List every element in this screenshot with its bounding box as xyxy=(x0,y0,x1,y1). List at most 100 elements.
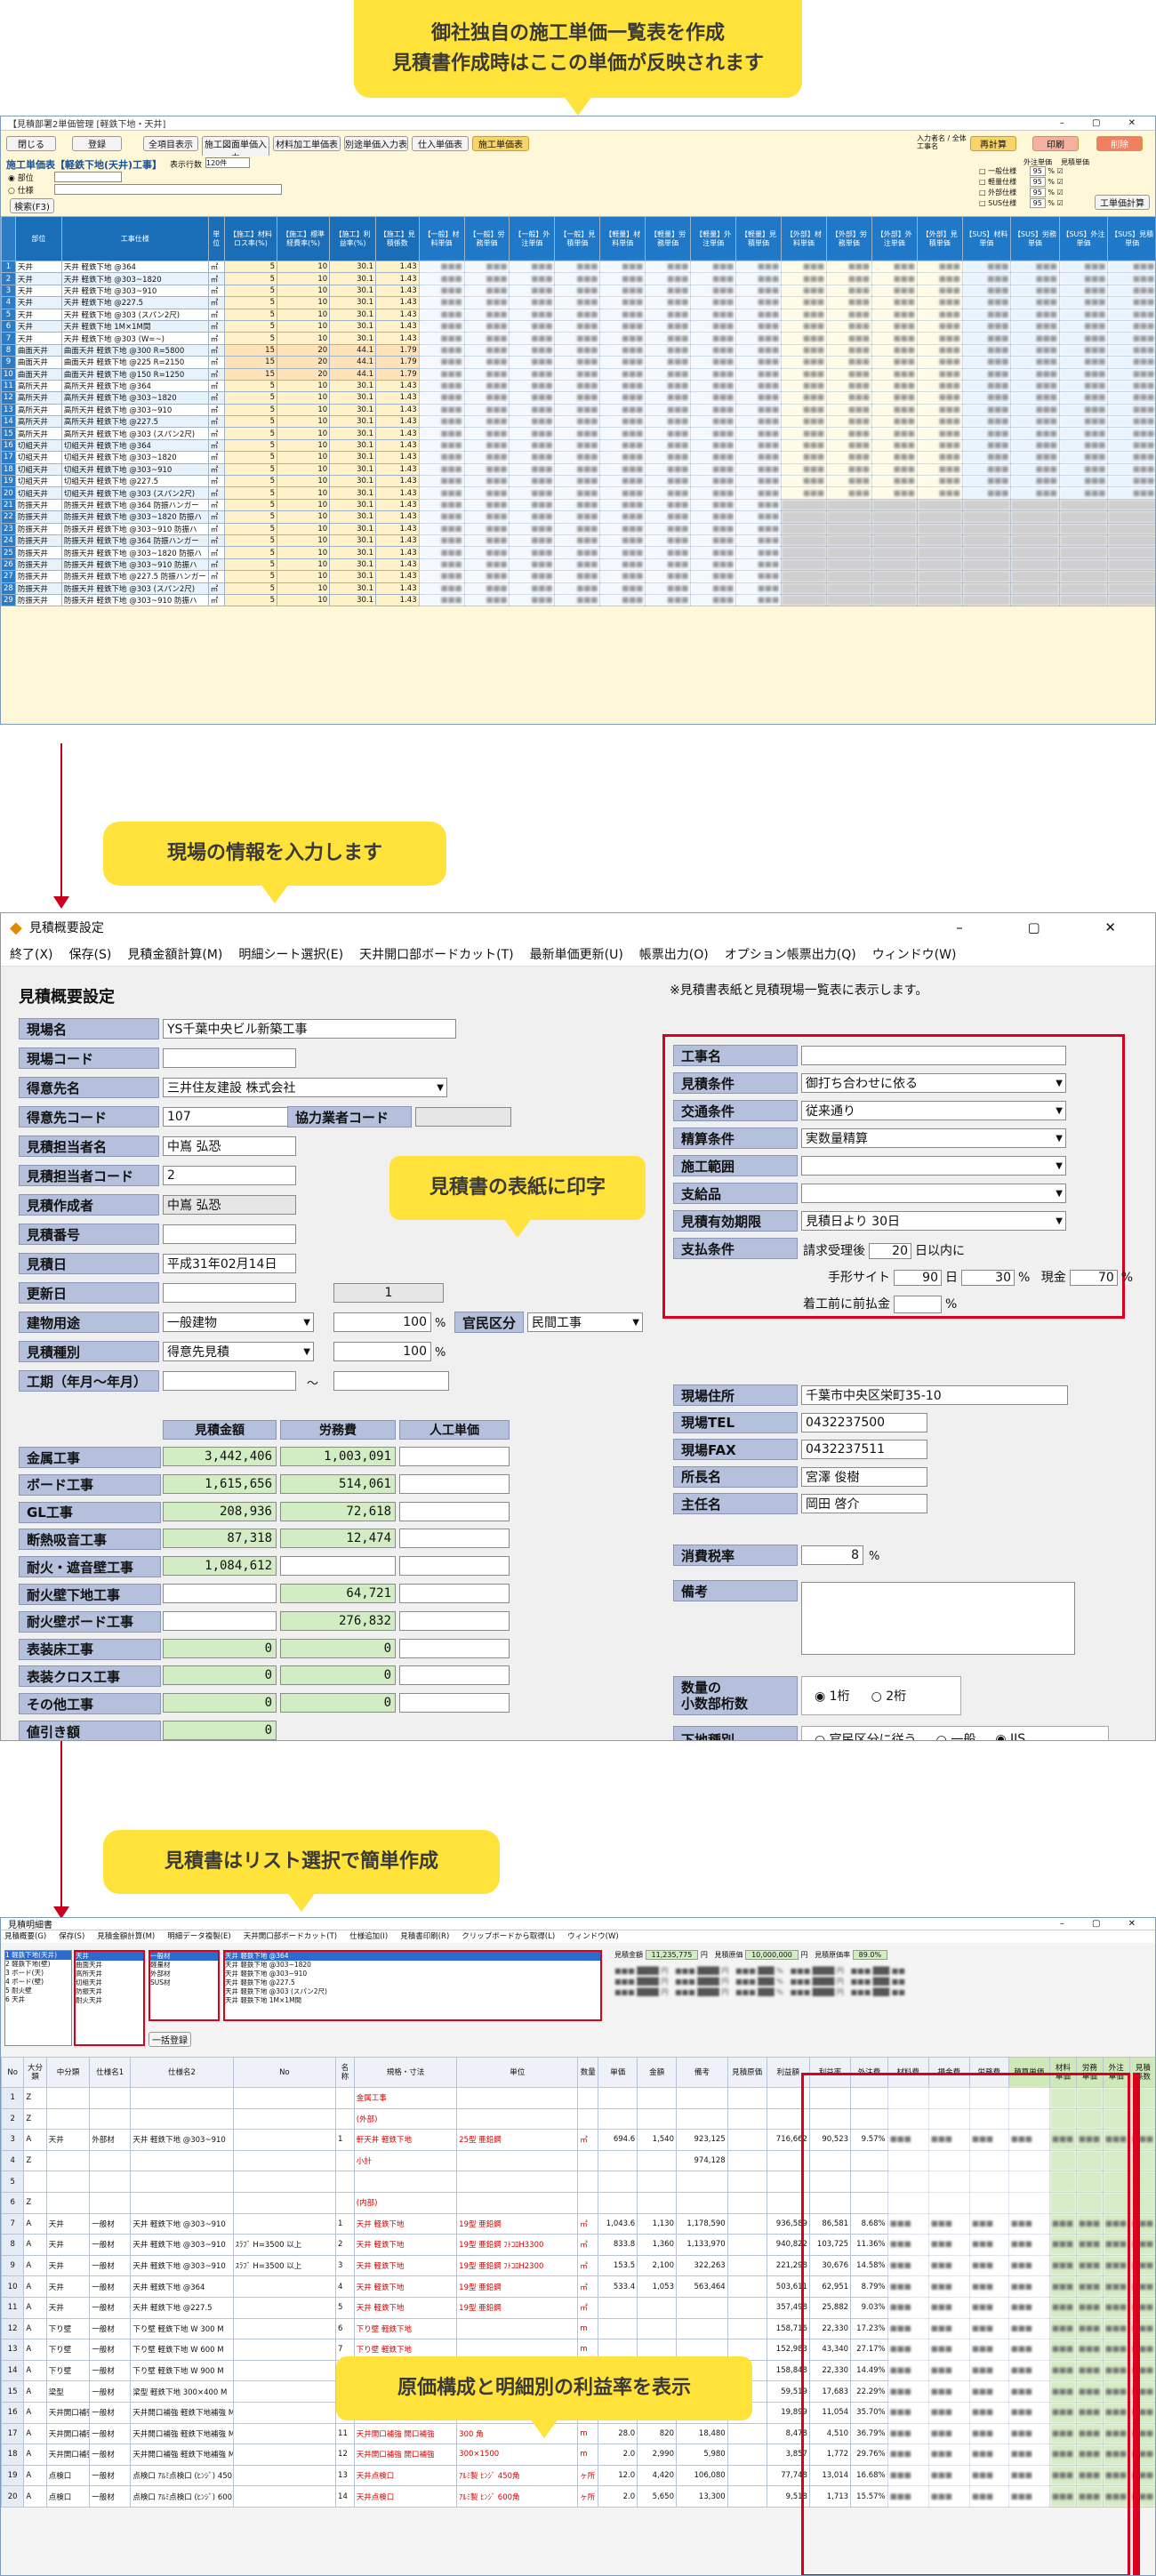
cell[interactable]: 天井開口補強 開口補強 xyxy=(353,2444,458,2466)
estimate-amount[interactable]: 87,318 xyxy=(163,1529,277,1549)
cell[interactable]: 5 xyxy=(223,332,278,345)
cell[interactable]: 5,980 xyxy=(676,2444,728,2466)
check-row[interactable]: □ 一般仕様 95 % ☑ xyxy=(979,166,1064,177)
cell[interactable]: (外部) xyxy=(353,2107,458,2131)
cell[interactable]: 1.43 xyxy=(375,593,420,607)
tax-rate-input[interactable]: 8 xyxy=(801,1545,863,1565)
spec-list[interactable]: 天井 軽鉄下地 @364 天井 軽鉄下地 @303~1820 天井 軽鉄下地 @30… xyxy=(223,1950,602,2021)
cell[interactable]: 天井開口補強 xyxy=(45,2401,91,2424)
cell[interactable] xyxy=(676,2317,728,2340)
cell[interactable] xyxy=(232,2380,337,2403)
table-row[interactable]: 6 天井 天井 軽鉄下地 1M×1M間㎡ 5 10 30.1 1.43 ■■■ ■■■ ■■■ ■■… xyxy=(1,319,1155,333)
recalc-button[interactable]: 再計算 xyxy=(970,136,1016,151)
cell[interactable] xyxy=(456,2191,579,2214)
material-list[interactable]: 一般材 軽量材 外部材 SUS材 xyxy=(149,1950,220,2021)
table-row[interactable]: 23 防振天井 防振天井 軽鉄下地 @303~910 防振ハ㎡ 5 10 30.1 1.43… xyxy=(1,522,1155,535)
estimate-amount[interactable]: 0 xyxy=(163,1665,277,1686)
cell[interactable]: 1.43 xyxy=(375,284,420,298)
cell[interactable]: 1,178,590 xyxy=(676,2212,728,2235)
cell[interactable] xyxy=(598,2107,638,2131)
cell[interactable]: 下り壁 軽鉄下地 W 300 M xyxy=(130,2317,234,2340)
list-item[interactable]: 切組天井 xyxy=(76,1978,143,1987)
cell[interactable] xyxy=(232,2212,337,2235)
cell[interactable]: 2.0 xyxy=(598,2485,638,2508)
cell[interactable]: 曲面天井 軽鉄下地 @150 R=1250 xyxy=(60,367,209,381)
cell[interactable]: Z xyxy=(23,2087,47,2109)
cell[interactable]: 300 角 xyxy=(456,2422,579,2445)
cell[interactable]: 12 xyxy=(1,2317,25,2340)
column-header[interactable]: 【施工】材料ロス率(%) xyxy=(223,216,278,261)
cell[interactable]: 30.1 xyxy=(329,438,377,453)
cell[interactable]: 10 xyxy=(276,272,331,285)
cell[interactable] xyxy=(637,2171,677,2193)
cell[interactable]: 切組天井 軽鉄下地 @303~1820 xyxy=(60,451,209,464)
cell[interactable]: 天井 xyxy=(14,308,62,321)
cell[interactable]: ㎡ xyxy=(207,403,225,417)
estimate-amount[interactable]: 3,442,406 xyxy=(163,1447,277,1466)
cell[interactable]: 防振天井 軽鉄下地 @303~1820 防振ハ xyxy=(60,510,209,524)
cell[interactable] xyxy=(335,2107,355,2131)
cell[interactable] xyxy=(130,2087,234,2109)
table-row[interactable]: 8 曲面天井 曲面天井 軽鉄下地 @300 R=5800 ㎡ 15 20 44.1 1.79 ■… xyxy=(1,343,1155,357)
cell[interactable]: 3 xyxy=(335,2254,355,2277)
search-button[interactable]: 検索(F3) xyxy=(10,198,54,213)
cell[interactable]: 300×1500 xyxy=(456,2444,579,2466)
cell[interactable]: 梁型 軽鉄下地 300×400 M xyxy=(130,2380,234,2403)
list-item[interactable]: 天井 軽鉄下地 @303~1820 xyxy=(225,1961,600,1970)
field-input[interactable] xyxy=(163,1048,296,1068)
cell[interactable]: 天井開口補強 xyxy=(45,2422,91,2445)
cell[interactable]: 下り壁 xyxy=(45,2339,91,2361)
cell[interactable]: 天井 軽鉄下地 @364 xyxy=(130,2275,234,2298)
cell[interactable]: 天井 軽鉄下地 @303~1820 xyxy=(60,272,209,285)
cell[interactable] xyxy=(676,2171,728,2193)
cell[interactable]: 1 xyxy=(335,2212,355,2235)
condition-input[interactable]: 実数量精算 xyxy=(801,1128,1066,1148)
cell[interactable]: 一般材 xyxy=(89,2275,132,2298)
labor-unit-price[interactable] xyxy=(399,1665,510,1686)
cell[interactable]: 防振天井 軽鉄下地 @227.5 防振ハンガー xyxy=(60,570,209,583)
window-controls[interactable]: – ▢ ✕ xyxy=(956,919,1146,935)
site-input[interactable]: 0432237511 xyxy=(801,1440,927,1459)
column-header[interactable]: 【施工】利益率(%) xyxy=(329,216,377,261)
cell[interactable]: 18,480 xyxy=(676,2422,728,2445)
cell[interactable]: 16 xyxy=(1,2401,25,2424)
condition-input[interactable]: 従来通り xyxy=(801,1101,1066,1120)
list-item[interactable]: 曲面天井 xyxy=(76,1961,143,1970)
column-header[interactable]: 【軽量】見積単価 xyxy=(735,216,782,261)
cell[interactable] xyxy=(456,2087,579,2109)
cell[interactable]: 11 xyxy=(1,2296,25,2319)
cell[interactable]: 10 xyxy=(276,498,331,512)
cell[interactable]: ｽﾗﾌﾞ H=3500 以上 xyxy=(232,2254,337,2277)
column-header[interactable]: 規格・寸法 xyxy=(353,2057,458,2088)
cell[interactable] xyxy=(89,2149,132,2172)
cell[interactable]: 5 xyxy=(223,534,278,548)
cell[interactable]: 30.1 xyxy=(329,260,377,274)
cell[interactable]: 1,053 xyxy=(637,2275,677,2298)
labor-unit-price[interactable] xyxy=(399,1638,510,1658)
cell[interactable] xyxy=(637,2191,677,2214)
cell[interactable]: 10 xyxy=(276,522,331,535)
table-row[interactable]: 19 切組天井 切組天井 軽鉄下地 @227.5 ㎡ 5 10 30.1 1.43 ■■■ ■■■… xyxy=(1,475,1155,488)
cell[interactable]: 30.1 xyxy=(329,272,377,285)
cell[interactable]: 19型 亜鉛鋼 xyxy=(456,2275,579,2298)
cell[interactable]: 5 xyxy=(223,546,278,559)
menu-item[interactable]: 仕様追加(I) xyxy=(349,1930,388,1943)
period-end[interactable] xyxy=(333,1371,449,1391)
column-header[interactable]: 【SUS】外注単価 xyxy=(1058,216,1109,261)
cell[interactable]: 1.43 xyxy=(375,510,420,524)
column-header[interactable]: 【外部】材料単価 xyxy=(780,216,827,261)
cell[interactable] xyxy=(598,2087,638,2109)
menu-item[interactable]: ウィンドウ(W) xyxy=(567,1930,619,1943)
field-input[interactable]: 2 xyxy=(163,1166,296,1185)
cell[interactable]: ㎡ xyxy=(207,319,225,333)
cell[interactable]: 44.1 xyxy=(329,343,377,357)
cell[interactable]: 防振天井 軽鉄下地 @303~910 防振ハ xyxy=(60,558,209,572)
window-controls[interactable]: – ▢ ✕ xyxy=(1060,1919,1148,1929)
cell[interactable]: Z xyxy=(23,2107,47,2131)
list-item[interactable]: 4 ボード(壁) xyxy=(5,1978,71,1986)
cell[interactable]: 天井 軽鉄下地 xyxy=(353,2212,458,2235)
cell[interactable]: 10 xyxy=(276,260,331,274)
cell[interactable]: 防振天井 軽鉄下地 @364 防振ハンガー xyxy=(60,498,209,512)
cell[interactable]: A xyxy=(23,2401,47,2424)
cell[interactable]: m xyxy=(577,2422,599,2445)
